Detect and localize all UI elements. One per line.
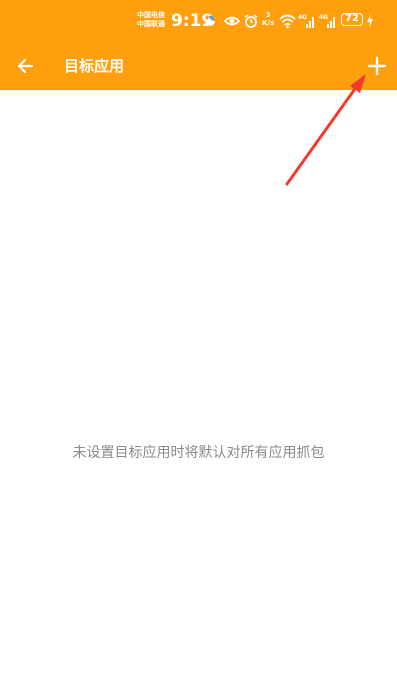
alarm-icon: [244, 14, 258, 28]
svg-text:4G: 4G: [319, 14, 328, 21]
app-bar: 目标应用: [0, 42, 397, 90]
arrow-left-icon[interactable]: [12, 52, 40, 80]
carrier-1: 中国电信: [137, 11, 165, 19]
battery-indicator: 72: [341, 13, 363, 26]
net-speed-value: 3: [265, 11, 271, 19]
page-title: 目标应用: [64, 57, 125, 75]
plus-icon[interactable]: [363, 52, 391, 80]
eye-icon: [224, 16, 240, 26]
svg-text:4G: 4G: [298, 14, 307, 21]
signal-4g-icon: 4G: [298, 14, 314, 28]
weather-icon: [205, 15, 215, 26]
battery-level: 72: [345, 13, 359, 24]
signal-4g-icon: 4G: [319, 14, 335, 28]
net-speed: 3 K/s: [262, 11, 274, 27]
carrier-labels: 中国电信 中国联通: [137, 11, 165, 29]
annotation-arrow: [285, 74, 366, 186]
status-bar: 中国电信 中国联通 9:19 3 K/s 4G 4G 72: [0, 0, 397, 42]
carrier-2: 中国联通: [137, 20, 165, 28]
charging-icon: [367, 14, 373, 28]
wifi-icon: [279, 14, 296, 29]
empty-state-message: 未设置目标应用时将默认对所有应用抓包: [72, 445, 325, 461]
net-speed-unit: K/s: [262, 19, 275, 27]
